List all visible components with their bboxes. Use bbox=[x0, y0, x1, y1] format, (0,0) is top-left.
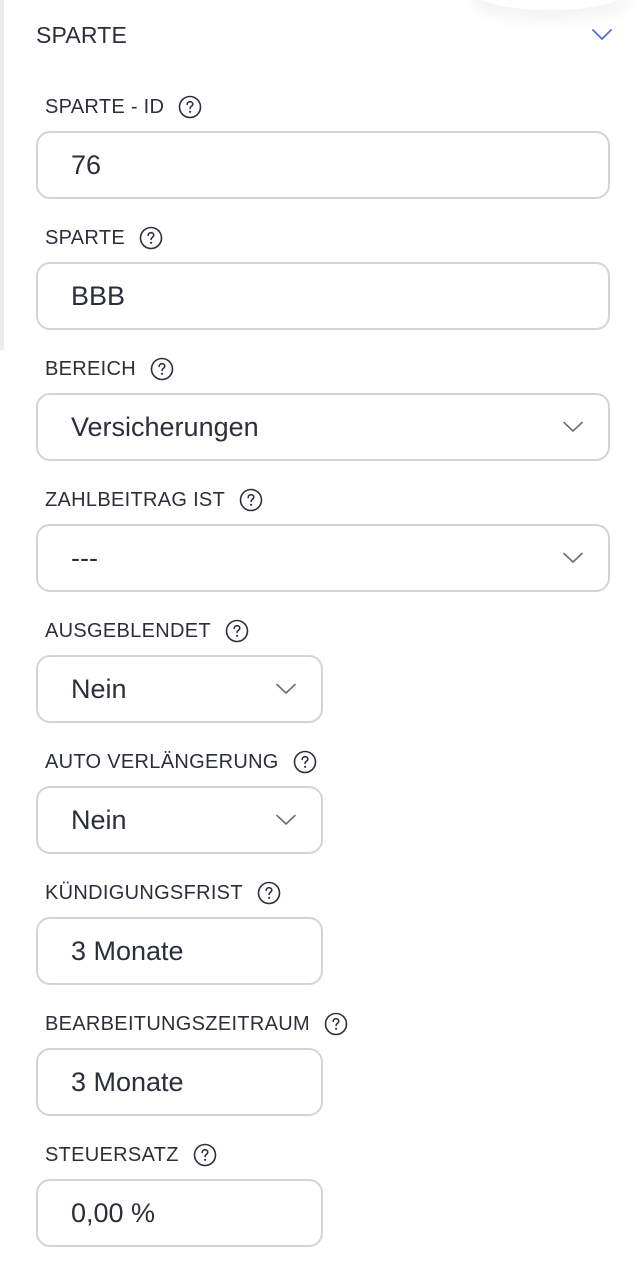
chevron-down-icon bbox=[562, 416, 584, 438]
field-bearbeitungszeitraum: BEARBEITUNGSZEITRAUM 3 Monate bbox=[36, 1010, 348, 1116]
field-label: KÜNDIGUNGSFRIST bbox=[45, 881, 243, 904]
auto-verlaengerung-select[interactable]: Nein bbox=[36, 786, 323, 854]
bereich-select[interactable]: Versicherungen bbox=[36, 393, 610, 461]
ausgeblendet-select[interactable]: Nein bbox=[36, 655, 323, 723]
steuersatz-input[interactable]: 0,00 % bbox=[36, 1179, 323, 1247]
section-header[interactable]: SPARTE bbox=[36, 16, 614, 54]
field-label: BEREICH bbox=[45, 357, 137, 380]
chevron-down-icon[interactable] bbox=[590, 23, 614, 47]
chevron-down-icon bbox=[562, 547, 584, 569]
field-zahlbeitrag-ist: ZAHLBEITRAG IST --- bbox=[36, 486, 610, 592]
chevron-down-icon bbox=[275, 809, 297, 831]
panel-left-border bbox=[0, 0, 4, 350]
dropdown-shadow bbox=[470, 0, 630, 10]
zahlbeitrag-ist-select[interactable]: --- bbox=[36, 524, 610, 592]
sparte-id-input[interactable]: 76 bbox=[36, 131, 610, 199]
field-ausgeblendet: AUSGEBLENDET Nein bbox=[36, 617, 323, 723]
question-circle-icon[interactable] bbox=[150, 357, 174, 381]
field-label: BEARBEITUNGSZEITRAUM bbox=[45, 1012, 310, 1035]
section-title: SPARTE bbox=[36, 21, 128, 48]
field-sparte: SPARTE BBB bbox=[36, 224, 610, 330]
sparte-input[interactable]: BBB bbox=[36, 262, 610, 330]
field-label: AUSGEBLENDET bbox=[45, 619, 211, 642]
chevron-down-icon bbox=[275, 678, 297, 700]
field-label: STEUERSATZ bbox=[45, 1143, 179, 1166]
question-circle-icon[interactable] bbox=[178, 95, 202, 119]
question-circle-icon[interactable] bbox=[293, 750, 317, 774]
question-circle-icon[interactable] bbox=[257, 881, 281, 905]
field-sparte-id: SPARTE - ID 76 bbox=[36, 93, 610, 199]
kuendigungsfrist-input[interactable]: 3 Monate bbox=[36, 917, 323, 985]
field-kuendigungsfrist: KÜNDIGUNGSFRIST 3 Monate bbox=[36, 879, 323, 985]
question-circle-icon[interactable] bbox=[225, 619, 249, 643]
field-bereich: BEREICH Versicherungen bbox=[36, 355, 610, 461]
question-circle-icon[interactable] bbox=[139, 226, 163, 250]
field-label: SPARTE bbox=[45, 226, 125, 249]
bearbeitungszeitraum-input[interactable]: 3 Monate bbox=[36, 1048, 323, 1116]
field-steuersatz: STEUERSATZ 0,00 % bbox=[36, 1141, 323, 1247]
question-circle-icon[interactable] bbox=[193, 1143, 217, 1167]
question-circle-icon[interactable] bbox=[324, 1012, 348, 1036]
field-auto-verlaengerung: AUTO VERLÄNGERUNG Nein bbox=[36, 748, 323, 854]
field-label: ZAHLBEITRAG IST bbox=[45, 488, 226, 511]
field-label: AUTO VERLÄNGERUNG bbox=[45, 750, 279, 773]
field-label: SPARTE - ID bbox=[45, 95, 165, 118]
question-circle-icon[interactable] bbox=[239, 488, 263, 512]
